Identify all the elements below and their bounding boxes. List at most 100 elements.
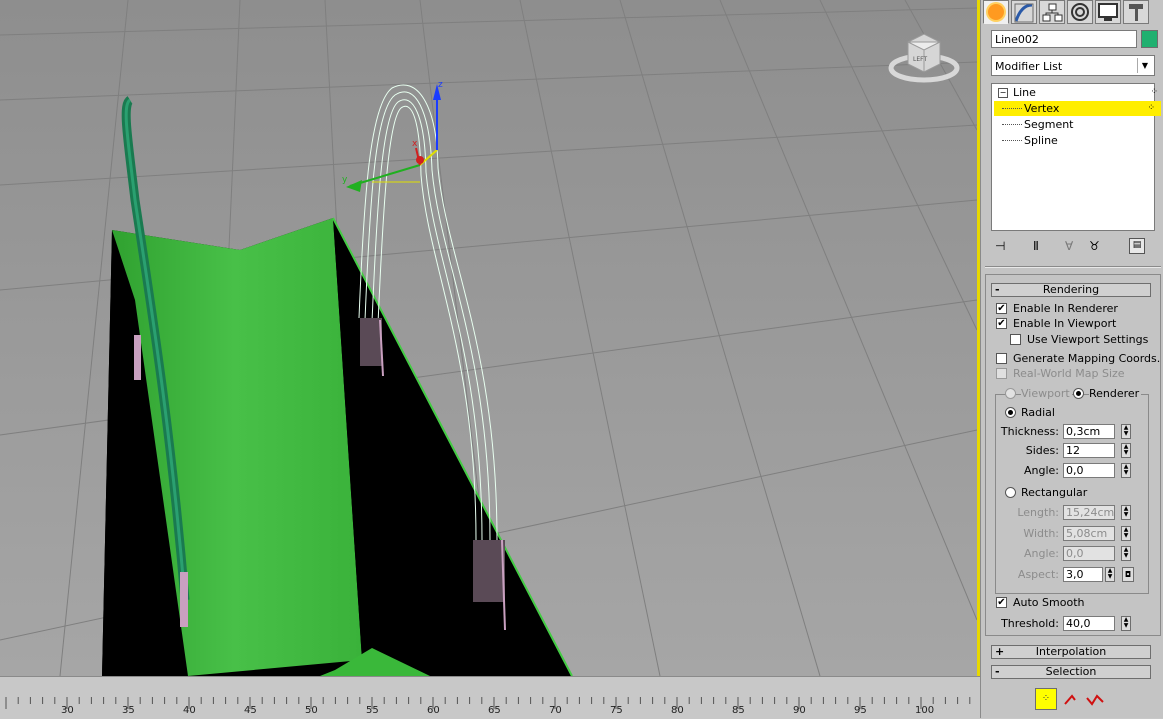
real-world-map-label: Real-World Map Size (1013, 367, 1125, 380)
length-spinner[interactable]: ▲ ▼ (1121, 505, 1131, 520)
thickness-field[interactable]: 0,3cm (1063, 424, 1115, 439)
stack-item-label: Vertex (1024, 102, 1060, 115)
radial-label: Radial (1021, 406, 1055, 419)
renderer-radio-label: Renderer (1089, 387, 1142, 400)
timeline-tick-label: 100 (915, 705, 935, 716)
timeline-tick-label: 95 (854, 705, 867, 716)
threshold-label: Threshold: (1001, 617, 1059, 630)
remove-modifier-icon[interactable]: ♉ (1089, 239, 1100, 253)
aspect-label: Aspect: (1017, 568, 1059, 581)
make-unique-icon[interactable]: ∀ (1065, 239, 1073, 253)
timeline-tick-label: 40 (183, 705, 196, 716)
lock-icon[interactable]: ◘ (1122, 567, 1134, 582)
hammer-icon (1129, 4, 1143, 21)
spline-selection-button[interactable] (1085, 692, 1107, 708)
real-world-map-checkbox[interactable] (996, 368, 1007, 379)
renderer-radio[interactable] (1073, 388, 1084, 399)
tab-utilities[interactable] (1123, 0, 1149, 24)
timeline-tick-label: 50 (305, 705, 318, 716)
show-end-result-icon[interactable]: Ⅱ (1033, 239, 1039, 253)
tab-hierarchy[interactable] (1039, 0, 1065, 24)
svg-text:z: z (438, 80, 443, 90)
threshold-spinner[interactable]: ▲ ▼ (1121, 616, 1131, 631)
rectangular-radio[interactable] (1005, 487, 1016, 498)
stack-root-label: Line (1013, 86, 1036, 99)
object-name-field[interactable]: Line002 (991, 30, 1137, 48)
timeline-tick-label: 90 (793, 705, 806, 716)
sides-field[interactable]: 12 (1063, 443, 1115, 458)
selection-rollout-header[interactable]: - Selection (991, 665, 1151, 679)
timeline-tick-label: 65 (488, 705, 501, 716)
modify-icon (1014, 3, 1034, 23)
timeline-tick-label: 35 (122, 705, 135, 716)
chevron-down-icon: ▼ (1137, 58, 1152, 73)
use-viewport-settings-label: Use Viewport Settings (1027, 333, 1149, 346)
radial-radio[interactable] (1005, 407, 1016, 418)
enable-in-viewport-checkbox[interactable]: ✔ (996, 318, 1007, 329)
rendering-rollout-header[interactable]: - Rendering (991, 283, 1151, 297)
viewport-radio[interactable] (1005, 388, 1016, 399)
modifier-list-dropdown[interactable]: Modifier List ▼ (991, 55, 1155, 76)
interpolation-rollout-header[interactable]: + Interpolation (991, 645, 1151, 659)
segment-selection-button[interactable] (1063, 692, 1083, 708)
generate-mapping-label: Generate Mapping Coords. (1013, 352, 1161, 365)
tab-create[interactable] (983, 0, 1009, 24)
aspect-spinner[interactable]: ▲ ▼ (1105, 567, 1115, 582)
enable-in-renderer-checkbox[interactable]: ✔ (996, 303, 1007, 314)
auto-smooth-checkbox[interactable]: ✔ (996, 597, 1007, 608)
rect-angle-field[interactable]: 0,0 (1063, 546, 1115, 561)
auto-smooth-label: Auto Smooth (1013, 596, 1085, 609)
tab-motion[interactable] (1067, 0, 1093, 24)
modifier-stack[interactable]: − Line ⁘ Vertex ⁘ Segment Spline (991, 83, 1161, 231)
tab-modify[interactable] (1011, 0, 1037, 24)
collapse-icon: − (998, 88, 1008, 98)
sides-label: Sides: (1025, 444, 1059, 457)
tree-line (1002, 108, 1022, 109)
svg-text:y: y (342, 175, 348, 185)
generate-mapping-checkbox[interactable] (996, 353, 1007, 364)
rect-angle-label: Angle: (1023, 547, 1059, 560)
thickness-spinner[interactable]: ▲ ▼ (1121, 424, 1131, 439)
timeline-tick-label: 30 (61, 705, 74, 716)
vertex-selection-button[interactable]: ⁘ (1035, 688, 1057, 710)
display-icon (1098, 3, 1118, 21)
tree-line (1002, 140, 1022, 141)
timeline-tick-label: 85 (732, 705, 745, 716)
configure-sets-icon[interactable]: ▤ (1129, 238, 1145, 254)
sun-icon (988, 4, 1004, 20)
rect-angle-spinner[interactable]: ▲ ▼ (1121, 546, 1131, 561)
tab-display[interactable] (1095, 0, 1121, 24)
hierarchy-icon (1042, 3, 1063, 22)
perspective-viewport[interactable]: z y x LEFT (0, 0, 977, 676)
length-field[interactable]: 15,24cm (1063, 505, 1115, 520)
aspect-field[interactable]: 3,0 (1063, 567, 1103, 582)
timeline-tick-label: 80 (671, 705, 684, 716)
timeline-tick-label: 60 (427, 705, 440, 716)
angle-spinner[interactable]: ▲ ▼ (1121, 463, 1131, 478)
stack-item-label: Segment (1024, 118, 1074, 131)
timeline-tick-label: 55 (366, 705, 379, 716)
pin-stack-icon[interactable]: ⊣ (995, 239, 1005, 253)
svg-text:x: x (412, 139, 418, 149)
stack-item-vertex[interactable]: Vertex ⁘ (994, 101, 1161, 116)
stack-toolbar: ⊣ Ⅱ ∀ ♉ ▤ (991, 238, 1155, 256)
object-color-swatch[interactable] (1141, 30, 1158, 48)
timeline-tick-label: 45 (244, 705, 257, 716)
stack-item-segment[interactable]: Segment (994, 117, 1163, 132)
vertex-dots-icon: ⁘ (1150, 87, 1158, 97)
sides-spinner[interactable]: ▲ ▼ (1121, 443, 1131, 458)
rollout-title: Selection (1045, 665, 1097, 678)
stack-item-spline[interactable]: Spline (994, 133, 1163, 148)
width-label: Width: (1023, 527, 1059, 540)
width-field[interactable]: 5,08cm (1063, 526, 1115, 541)
threshold-field[interactable]: 40,0 (1063, 616, 1115, 631)
separator (985, 266, 1161, 268)
stack-item-line[interactable]: − Line ⁘ (994, 85, 1163, 100)
use-viewport-settings-checkbox[interactable] (1010, 334, 1021, 345)
rectangular-label: Rectangular (1021, 486, 1088, 499)
angle-field[interactable]: 0,0 (1063, 463, 1115, 478)
enable-in-viewport-label: Enable In Viewport (1013, 317, 1117, 330)
thickness-label: Thickness: (1000, 425, 1059, 438)
width-spinner[interactable]: ▲ ▼ (1121, 526, 1131, 541)
timeline-ruler[interactable]: 30 35 40 45 50 55 60 65 70 75 80 85 90 95 100 (0, 676, 980, 719)
